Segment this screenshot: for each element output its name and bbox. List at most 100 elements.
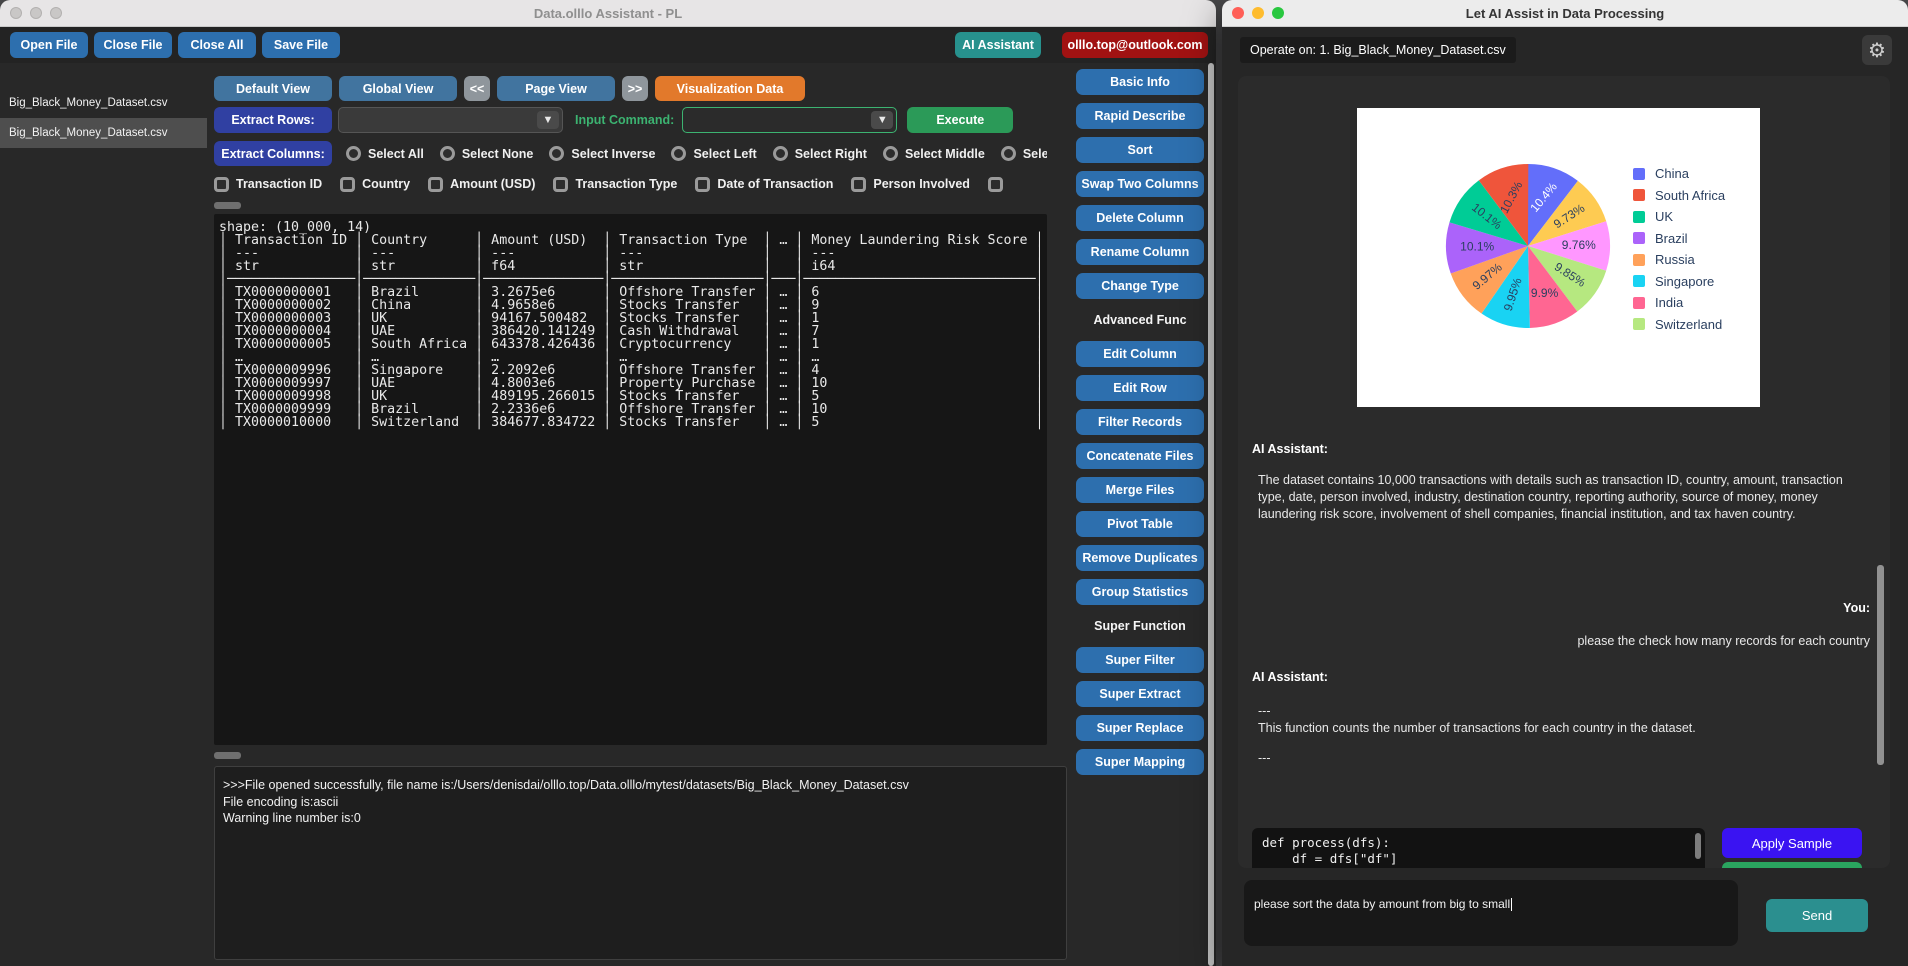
radio-icon[interactable] [549, 146, 564, 161]
file-list-item[interactable]: Big_Black_Money_Dataset.csv [0, 88, 207, 118]
partially-visible-button[interactable] [1722, 862, 1862, 868]
sidebar-button-remove-duplicates[interactable]: Remove Duplicates [1076, 545, 1204, 571]
radio-icon[interactable] [671, 146, 686, 161]
radio-icon[interactable] [1001, 146, 1016, 161]
open-file-button[interactable]: Open File [10, 32, 88, 58]
checkbox-icon[interactable] [988, 177, 1003, 192]
select-mode-radio[interactable]: Select All [346, 146, 424, 161]
radio-icon[interactable] [773, 146, 788, 161]
column-checkbox[interactable]: Transaction Type [553, 177, 677, 192]
checkbox-icon[interactable] [553, 177, 568, 192]
sidebar-button-merge-files[interactable]: Merge Files [1076, 477, 1204, 503]
legend-item[interactable]: Russia [1633, 252, 1725, 267]
apply-sample-button[interactable]: Apply Sample [1722, 828, 1862, 858]
column-checkbox[interactable]: Transaction ID [214, 177, 322, 192]
radio-icon[interactable] [883, 146, 898, 161]
column-checkbox[interactable]: Amount (USD) [428, 177, 535, 192]
sidebar-button-edit-row[interactable]: Edit Row [1076, 375, 1204, 401]
chat-scrollbar[interactable] [1877, 565, 1884, 765]
file-list-item[interactable]: Big_Black_Money_Dataset.csv [0, 118, 207, 148]
minimize-window-icon[interactable] [30, 7, 42, 19]
pie-slice-label: 9.76% [1562, 238, 1596, 252]
default-view-button[interactable]: Default View [214, 76, 332, 101]
sidebar-button-change-type[interactable]: Change Type [1076, 273, 1204, 299]
chat-region[interactable]: 10.4%9.73%9.76%9.85%9.9%9.95%9.97%10.1%1… [1238, 76, 1890, 868]
code-scrollbar[interactable] [1695, 833, 1701, 859]
close-window-icon[interactable] [1232, 7, 1244, 19]
column-checkbox[interactable]: Person Involved [851, 177, 970, 192]
sidebar-button-delete-column[interactable]: Delete Column [1076, 205, 1204, 231]
legend-item[interactable]: India [1633, 295, 1725, 310]
chat-input[interactable]: please sort the data by amount from big … [1244, 880, 1738, 946]
save-file-button[interactable]: Save File [262, 32, 340, 58]
legend-item[interactable]: South Africa [1633, 188, 1725, 203]
sidebar-button-filter-records[interactable]: Filter Records [1076, 409, 1204, 435]
zoom-window-icon[interactable] [50, 7, 62, 19]
select-mode-radio[interactable]: Select Inverse [549, 146, 655, 161]
select-mode-radio[interactable]: Select Right [773, 146, 867, 161]
checkbox-icon[interactable] [851, 177, 866, 192]
sidebar-button-group-statistics[interactable]: Group Statistics [1076, 579, 1204, 605]
sidebar-button-sort[interactable]: Sort [1076, 137, 1204, 163]
sidebar-button-rapid-describe[interactable]: Rapid Describe [1076, 103, 1204, 129]
minimize-window-icon[interactable] [1252, 7, 1264, 19]
send-button[interactable]: Send [1766, 899, 1868, 932]
chevron-down-icon[interactable]: ▼ [871, 111, 893, 129]
checkbox-icon[interactable] [428, 177, 443, 192]
column-checkbox[interactable]: Date of Transaction [695, 177, 833, 192]
next-page-button[interactable]: >> [622, 76, 648, 101]
operate-on-selector[interactable]: Operate on: 1. Big_Black_Money_Dataset.c… [1240, 37, 1516, 63]
execute-button[interactable]: Execute [907, 107, 1013, 133]
prev-page-button[interactable]: << [464, 76, 490, 101]
close-all-button[interactable]: Close All [178, 32, 256, 58]
legend-item[interactable]: UK [1633, 209, 1725, 224]
select-mode-radio[interactable]: Select None [440, 146, 534, 161]
right-titlebar[interactable]: Let AI Assist in Data Processing [1222, 0, 1908, 27]
gear-icon[interactable]: ⚙ [1862, 35, 1892, 65]
legend-item[interactable]: Switzerland [1633, 317, 1725, 332]
sidebar-button-super-mapping[interactable]: Super Mapping [1076, 749, 1204, 775]
select-mode-radio[interactable]: Select Middle [883, 146, 985, 161]
sidebar-button-rename-column[interactable]: Rename Column [1076, 239, 1204, 265]
ai-assistant-button[interactable]: AI Assistant [955, 32, 1041, 58]
sidebar-button-super-replace[interactable]: Super Replace [1076, 715, 1204, 741]
horizontal-scrollbar[interactable] [214, 752, 241, 759]
left-titlebar[interactable]: Data.olllo Assistant - PL [0, 0, 1216, 27]
sidebar-button-concatenate-files[interactable]: Concatenate Files [1076, 443, 1204, 469]
legend-item[interactable]: Singapore [1633, 274, 1725, 289]
close-file-button[interactable]: Close File [94, 32, 172, 58]
sidebar-button-swap-two-columns[interactable]: Swap Two Columns [1076, 171, 1204, 197]
chevron-down-icon[interactable]: ▼ [537, 111, 559, 129]
input-command-combobox[interactable]: ▼ [682, 107, 897, 133]
select-mode-radio[interactable]: Select Left [671, 146, 756, 161]
visualization-data-button[interactable]: Visualization Data [655, 76, 805, 101]
sidebar-button-edit-column[interactable]: Edit Column [1076, 341, 1204, 367]
data-table-panel[interactable]: shape: (10_000, 14) │ Transaction ID │ C… [214, 214, 1047, 745]
column-checkbox[interactable] [988, 177, 1003, 192]
extract-columns-button[interactable]: Extract Columns: [214, 141, 332, 166]
log-panel[interactable]: >>>File opened successfully, file name i… [214, 766, 1067, 960]
close-window-icon[interactable] [10, 7, 22, 19]
zoom-window-icon[interactable] [1272, 7, 1284, 19]
radio-icon[interactable] [440, 146, 455, 161]
sidebar-button-basic-info[interactable]: Basic Info [1076, 69, 1204, 95]
sidebar-button-super-extract[interactable]: Super Extract [1076, 681, 1204, 707]
global-view-button[interactable]: Global View [339, 76, 457, 101]
select-mode-radio[interactable]: Sele [1001, 146, 1047, 161]
checkbox-icon[interactable] [214, 177, 229, 192]
vertical-scrollbar[interactable] [1208, 63, 1214, 966]
checkbox-icon[interactable] [340, 177, 355, 192]
sidebar-button-super-filter[interactable]: Super Filter [1076, 647, 1204, 673]
legend-item[interactable]: China [1633, 166, 1725, 181]
checkbox-icon[interactable] [695, 177, 710, 192]
extract-rows-combobox[interactable]: ▼ [338, 107, 563, 133]
legend-item[interactable]: Brazil [1633, 231, 1725, 246]
page-view-button[interactable]: Page View [497, 76, 615, 101]
radio-icon[interactable] [346, 146, 361, 161]
account-button[interactable]: olllo.top@outlook.com [1062, 32, 1208, 58]
code-suggestion-box[interactable]: def process(dfs): df = dfs["df"] [1252, 828, 1705, 868]
extract-rows-button[interactable]: Extract Rows: [214, 107, 332, 133]
column-checkbox[interactable]: Country [340, 177, 410, 192]
sidebar-button-pivot-table[interactable]: Pivot Table [1076, 511, 1204, 537]
horizontal-scrollbar[interactable] [214, 202, 241, 209]
